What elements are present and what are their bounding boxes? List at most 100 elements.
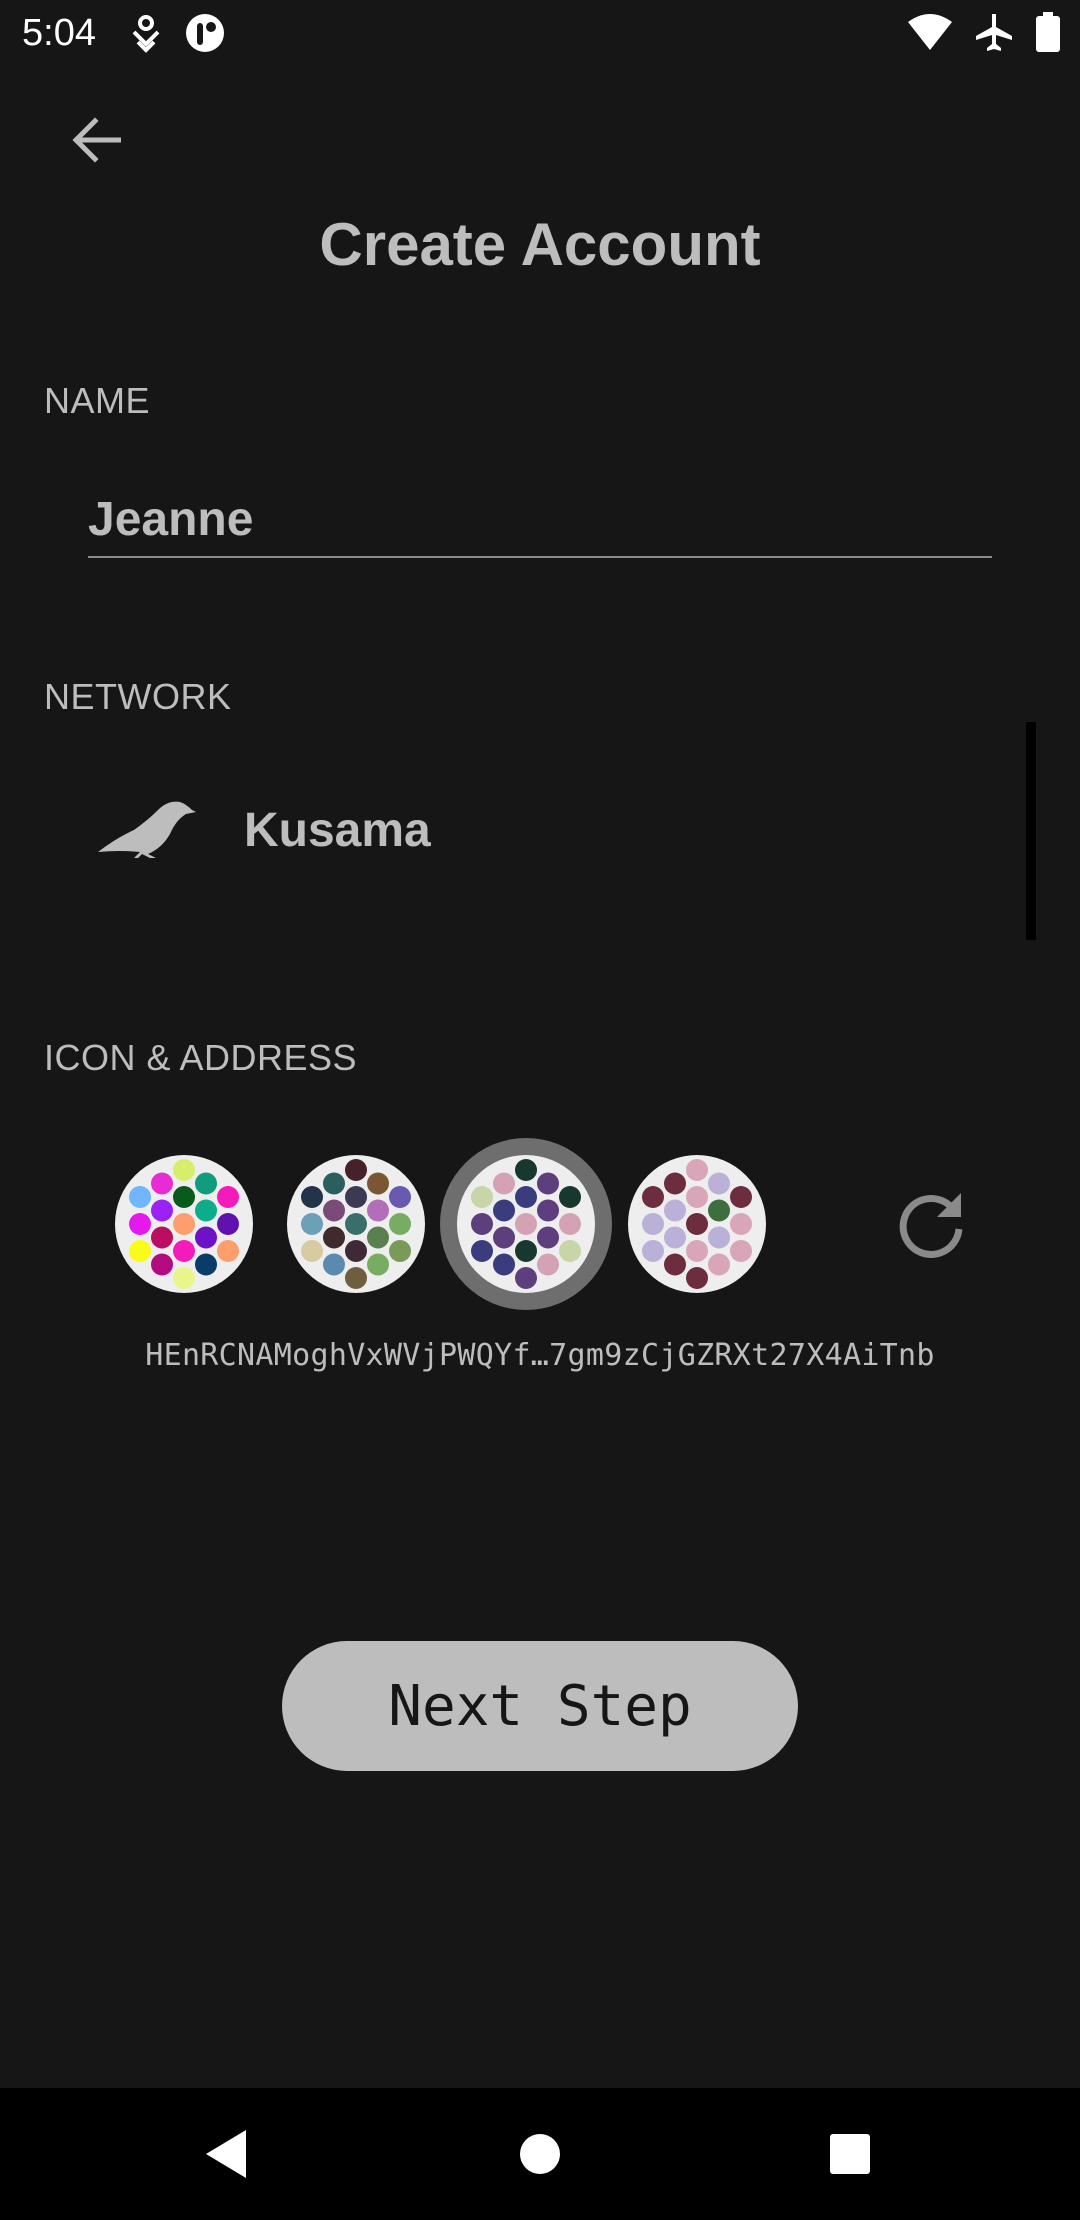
identicon-dot (345, 1159, 367, 1181)
identicon-dot (389, 1213, 411, 1235)
identicon-dot (730, 1213, 752, 1235)
identicon-dot (173, 1213, 195, 1235)
identicon-dot (345, 1267, 367, 1289)
icon-address-label: ICON & ADDRESS (44, 1037, 358, 1078)
identicon-dot (559, 1240, 581, 1262)
identicon-dot (493, 1253, 515, 1276)
identicon-dot (301, 1240, 323, 1262)
identicon-dot (367, 1226, 389, 1249)
identicon-dot (515, 1213, 537, 1235)
network-selector[interactable]: Kusama (96, 780, 996, 880)
next-step-button[interactable]: Next Step (282, 1641, 798, 1771)
location-tracking-icon (132, 15, 160, 53)
identicon-graphic (129, 1159, 239, 1289)
identicon-dot (195, 1253, 217, 1276)
identicon-dot (173, 1240, 195, 1262)
identicon-dot (493, 1172, 515, 1195)
identicon-dot (730, 1186, 752, 1208)
refresh-button[interactable] (890, 1184, 972, 1266)
identicon-dot (686, 1186, 708, 1208)
status-time: 5:04 (22, 12, 96, 54)
wifi-icon (908, 14, 952, 50)
identicon-dot (195, 1199, 217, 1222)
status-bar: 5:04 (0, 0, 1080, 66)
identicon-dot (642, 1186, 664, 1208)
identicon-dot (515, 1267, 537, 1289)
identicon-dot (708, 1253, 730, 1276)
identicon-dot (323, 1172, 345, 1195)
identicon-option-3[interactable] (457, 1155, 595, 1293)
identicon-dot (389, 1186, 411, 1208)
app-notification-icon (186, 14, 224, 52)
account-address: HEnRCNAMoghVxWVjPWQYf…7gm9zCjGZRXt27X4Ai… (145, 1338, 935, 1373)
nav-recents-icon[interactable] (822, 2126, 878, 2182)
identicon-dot (389, 1240, 411, 1262)
identicon-dot (515, 1159, 537, 1181)
identicon-dot (471, 1186, 493, 1208)
system-nav-bar (0, 2088, 1080, 2220)
identicon-graphic (642, 1159, 752, 1289)
name-input-value: Jeanne (88, 492, 254, 546)
identicon-dot (217, 1213, 239, 1235)
identicon-dot (708, 1226, 730, 1249)
next-step-label: Next Step (388, 1673, 692, 1739)
identicon-dot (367, 1199, 389, 1222)
identicon-dot (686, 1267, 708, 1289)
identicon-option-4[interactable] (628, 1155, 766, 1293)
network-name: Kusama (244, 803, 431, 857)
identicon-dot (493, 1199, 515, 1222)
network-label: NETWORK (44, 676, 232, 717)
identicon-dot (323, 1226, 345, 1249)
identicon-dot (664, 1253, 686, 1276)
identicon-dot (345, 1186, 367, 1208)
name-label: NAME (44, 380, 151, 421)
identicon-dot (730, 1240, 752, 1262)
nav-back-icon[interactable] (200, 2126, 256, 2182)
identicon-dot (471, 1240, 493, 1262)
name-input[interactable]: Jeanne (88, 482, 992, 558)
identicon-dot (686, 1159, 708, 1181)
identicon-dot (129, 1213, 151, 1235)
identicon-option-2[interactable] (287, 1155, 425, 1293)
identicon-dot (217, 1240, 239, 1262)
identicon-dot (686, 1240, 708, 1262)
page-title: Create Account (319, 211, 761, 278)
identicon-dot (151, 1199, 173, 1222)
identicon-dot (537, 1253, 559, 1276)
identicon-dot (323, 1253, 345, 1276)
refresh-icon (899, 1193, 963, 1258)
identicon-option-1[interactable] (115, 1155, 253, 1293)
nav-home-icon[interactable] (512, 2126, 568, 2182)
identicon-dot (664, 1172, 686, 1195)
identicon-dot (515, 1240, 537, 1262)
airplane-mode-icon (976, 14, 1012, 51)
back-button[interactable] (60, 104, 132, 176)
identicon-dot (129, 1240, 151, 1262)
identicon-dot (195, 1172, 217, 1195)
identicon-graphic (471, 1159, 581, 1289)
identicon-dot (345, 1240, 367, 1262)
kusama-bird-icon (98, 801, 196, 858)
identicon-dot (708, 1172, 730, 1195)
identicon-dot (151, 1226, 173, 1249)
identicon-dot (173, 1186, 195, 1208)
identicon-dot (151, 1172, 173, 1195)
identicon-dot (151, 1253, 173, 1276)
identicon-dot (367, 1253, 389, 1276)
identicon-dot (664, 1199, 686, 1222)
identicon-dot (559, 1186, 581, 1208)
identicon-dot (686, 1213, 708, 1235)
identicon-dot (345, 1213, 367, 1235)
identicon-dot (323, 1199, 345, 1222)
arrow-left-icon (72, 117, 121, 163)
identicon-dot (217, 1186, 239, 1208)
identicon-dot (129, 1186, 151, 1208)
identicon-dot (537, 1199, 559, 1222)
identicon-dot (642, 1213, 664, 1235)
identicon-dot (471, 1213, 493, 1235)
identicon-dot (493, 1226, 515, 1249)
identicon-dot (708, 1199, 730, 1222)
identicon-dot (537, 1226, 559, 1249)
scrollbar[interactable] (1026, 722, 1036, 940)
identicon-dot (642, 1240, 664, 1262)
